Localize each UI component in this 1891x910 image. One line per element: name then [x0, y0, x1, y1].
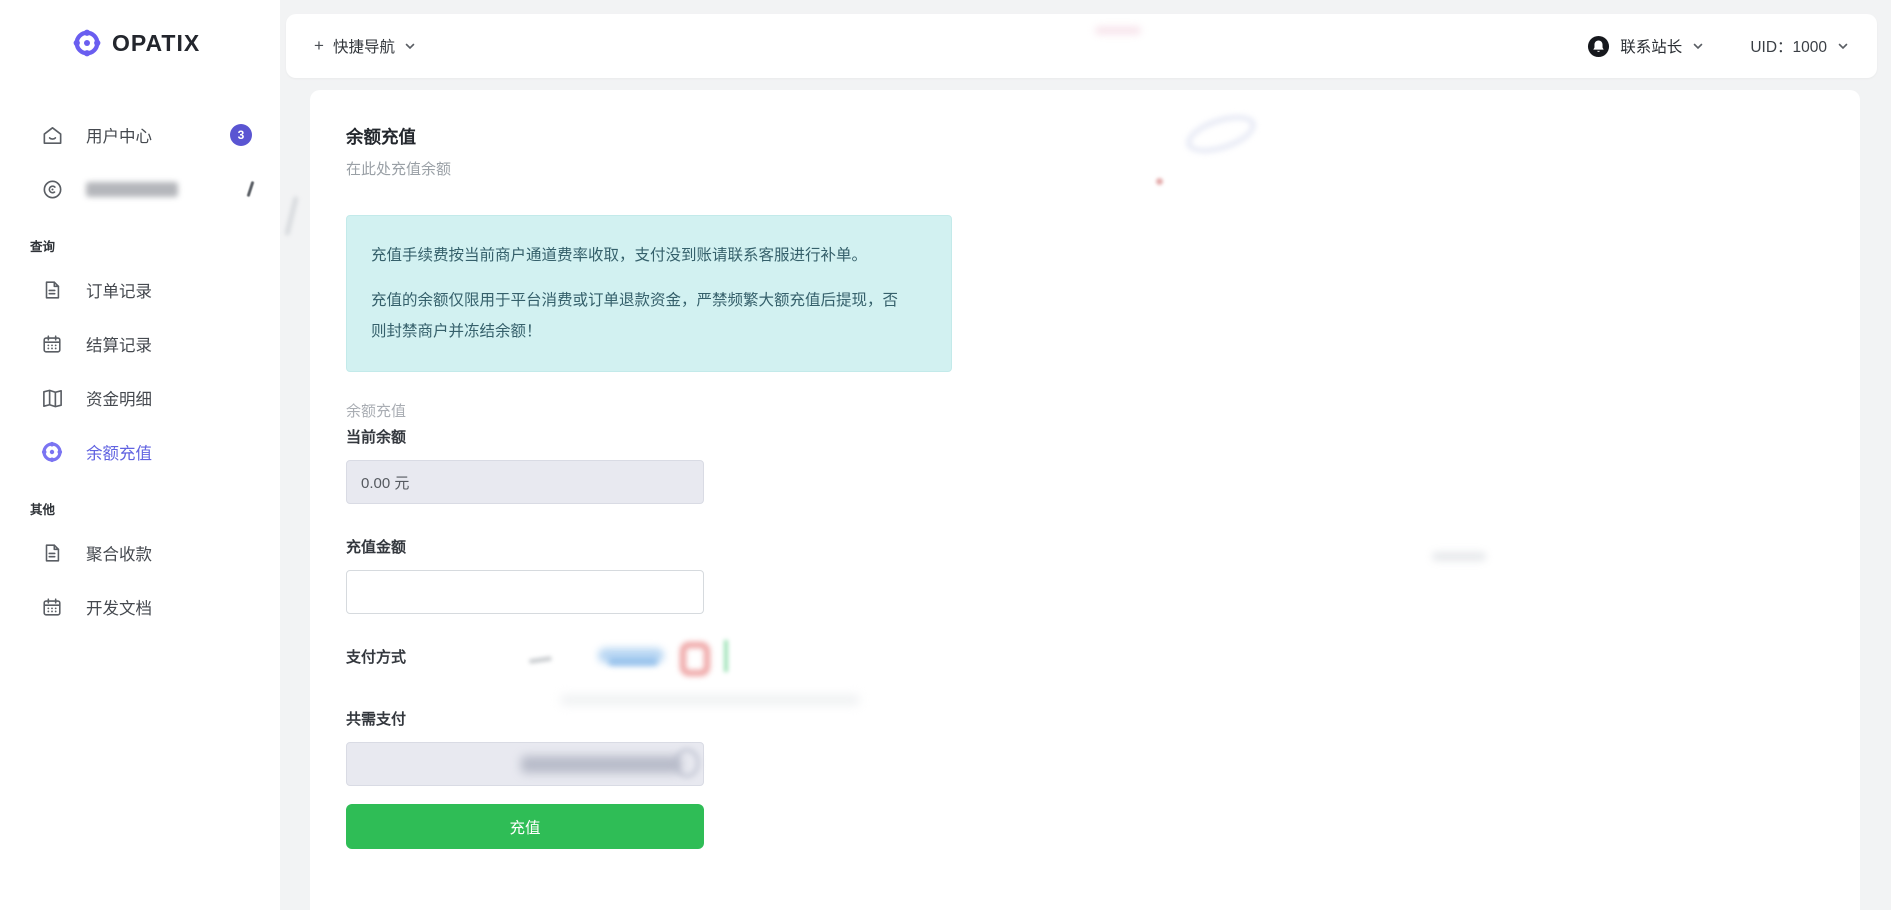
- calendar-icon: [40, 595, 64, 619]
- sidebar-item-label: 用户中心: [86, 128, 152, 146]
- alert-line-1: 充值手续费按当前商户通道费率收取，支付没到账请联系客服进行补单。: [371, 247, 868, 264]
- notification-badge: 3: [230, 124, 252, 146]
- content-column: + 快捷导航 联系站长 UID：1000 余额充值 在此处充值余额 充值手续费按…: [280, 0, 1891, 910]
- sidebar-item-label: 订单记录: [86, 283, 152, 301]
- topbar-right: 联系站长 UID：1000: [1587, 35, 1849, 58]
- contact-admin-dropdown[interactable]: 联系站长: [1587, 35, 1704, 58]
- blurred-payment-logo-blue: [598, 648, 664, 663]
- sidebar-item-blurred[interactable]: [0, 162, 280, 216]
- chevron-down-icon: [1838, 43, 1848, 50]
- page-title: 余额充值: [346, 127, 416, 147]
- page-subtitle: 在此处充值余额: [346, 161, 452, 178]
- sidebar-item-balance-recharge[interactable]: 余额充值: [0, 425, 280, 479]
- sidebar-section-other: 其他: [30, 503, 56, 517]
- payment-method-label: 支付方式: [346, 649, 407, 666]
- recharge-info-alert: 充值手续费按当前商户通道费率收取，支付没到账请联系客服进行补单。 充值的余额仅限…: [346, 215, 952, 372]
- calendar-icon: [40, 332, 64, 356]
- sidebar: OPATIX 用户中心 3 查询 订单记录 结算记录 资金明细 余额充值 其他 …: [0, 0, 280, 910]
- current-balance-label: 当前余额: [346, 429, 407, 446]
- payment-method-row: 支付方式: [346, 640, 1820, 676]
- uid-label: UID：1000: [1750, 39, 1827, 56]
- alert-line-2: 充值的余额仅限用于平台消费或订单退款资金，严禁频繁大额充值后提现，否则封禁商户并…: [371, 292, 899, 340]
- brand-name: OPATIX: [112, 29, 201, 56]
- recharge-amount-label: 充值金额: [346, 539, 407, 556]
- topbar: + 快捷导航 联系站长 UID：1000: [286, 14, 1877, 78]
- chevron-down-icon: [405, 43, 415, 50]
- current-balance-field: [346, 460, 704, 504]
- blurred-payment-logo-green: [724, 640, 728, 672]
- total-payable-field: [346, 742, 704, 786]
- recharge-amount-input[interactable]: [346, 570, 704, 614]
- form-group-label: 余额充值: [346, 403, 407, 420]
- home-icon: [40, 123, 64, 147]
- total-payable-wrap: [346, 742, 704, 786]
- brand-wheel-icon: [72, 28, 102, 58]
- sidebar-item-fund-details[interactable]: 资金明细: [0, 371, 280, 425]
- sidebar-item-dev-docs[interactable]: 开发文档: [0, 580, 280, 634]
- sidebar-item-label: 开发文档: [86, 600, 152, 618]
- sidebar-nav: 用户中心 3 查询 订单记录 结算记录 资金明细 余额充值 其他 聚合收款 开发…: [0, 108, 280, 634]
- blurred-payment-logo-red: [680, 642, 710, 676]
- ledger-book-icon: [40, 386, 64, 410]
- recharge-submit-button[interactable]: 充值: [346, 804, 704, 849]
- blurred-cursor-smudge: [528, 650, 552, 664]
- sidebar-item-label: 余额充值: [86, 445, 152, 463]
- sidebar-item-settlement-records[interactable]: 结算记录: [0, 317, 280, 371]
- sidebar-item-aggregate-collection[interactable]: 聚合收款: [0, 526, 280, 580]
- document-icon: [40, 541, 64, 565]
- sidebar-item-label: 资金明细: [86, 391, 152, 409]
- balance-recharge-panel: 余额充值 在此处充值余额 充值手续费按当前商户通道费率收取，支付没到账请联系客服…: [310, 90, 1860, 910]
- quick-nav-dropdown[interactable]: + 快捷导航: [314, 35, 416, 57]
- bell-icon: [1588, 35, 1610, 57]
- sidebar-item-user-center[interactable]: 用户中心 3: [0, 108, 280, 162]
- sidebar-item-order-records[interactable]: 订单记录: [0, 263, 280, 317]
- chip-icon: [40, 440, 64, 464]
- contact-admin-label: 联系站长: [1620, 39, 1683, 56]
- brand-logo[interactable]: OPATIX: [0, 0, 280, 58]
- sidebar-section-query: 查询: [30, 240, 56, 254]
- total-payable-label: 共需支付: [346, 711, 407, 728]
- sidebar-item-label: 结算记录: [86, 337, 152, 355]
- quick-nav-label: 快捷导航: [332, 39, 395, 56]
- app-layout: OPATIX 用户中心 3 查询 订单记录 结算记录 资金明细 余额充值 其他 …: [0, 0, 1891, 910]
- plus-icon: +: [314, 36, 324, 55]
- sidebar-item-label: 聚合收款: [86, 546, 152, 564]
- document-icon: [40, 278, 64, 302]
- uid-dropdown[interactable]: UID：1000: [1750, 35, 1849, 57]
- pen-smudge: [246, 180, 255, 198]
- chevron-down-icon: [1694, 43, 1703, 50]
- compass-icon: [40, 177, 64, 201]
- sidebar-item-blurred-label: [86, 181, 178, 197]
- blurred-payment-logo-blue-underline: [608, 658, 658, 666]
